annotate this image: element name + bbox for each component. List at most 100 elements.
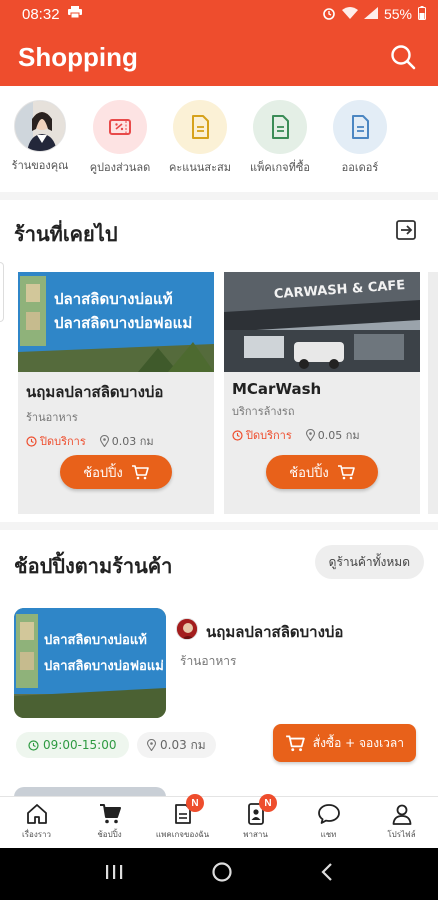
nav-item-shopping[interactable]: ช้อปปิ้ง bbox=[73, 797, 146, 848]
cart-icon bbox=[131, 465, 149, 480]
coupon-icon bbox=[109, 119, 131, 135]
clock-icon bbox=[28, 739, 39, 751]
wifi-icon bbox=[341, 6, 358, 22]
quick-menu-label: คะแนนสะสม bbox=[169, 161, 231, 174]
app-header: Shopping bbox=[0, 28, 438, 86]
quick-menu-points[interactable]: คะแนนสะสม bbox=[160, 100, 240, 190]
nav-item-my-packages[interactable]: N แพคเกจของฉัน bbox=[146, 794, 219, 848]
chat-icon bbox=[317, 804, 340, 824]
shop-meta: ปิดบริการ 0.03 กม bbox=[26, 432, 214, 450]
shop-name: นฤมลปลาสลิดบางบ่อ bbox=[26, 383, 164, 401]
printer-icon bbox=[67, 6, 82, 22]
shop-distance-text: 0.03 กม bbox=[111, 435, 154, 448]
shop-meta: ปิดบริการ 0.05 กม bbox=[232, 426, 420, 444]
location-pin-icon bbox=[99, 435, 109, 447]
recent-shop-card[interactable]: ปลาสลิดบางบ่อแท้ ปลาสลิดบางบ่อฟอแม่ นฤมล… bbox=[18, 272, 214, 514]
store-image[interactable]: ปลาสลิดบางบ่อแท้ ปลาสลิดบางบ่อฟอแม่ bbox=[14, 608, 166, 718]
shop-image: CARWASH & CAFE bbox=[224, 272, 420, 372]
banner-text: ปลาสลิดบางบ่อฟอแม่ bbox=[44, 659, 164, 674]
nav-item-chat[interactable]: แชท bbox=[292, 797, 365, 848]
shop-distance-text: 0.05 กม bbox=[317, 429, 360, 442]
quick-menu-label: คูปองส่วนลด bbox=[89, 161, 151, 174]
quick-menu-orders[interactable]: ออเดอร์ bbox=[320, 100, 400, 190]
shop-status: ปิดบริการ bbox=[26, 432, 86, 450]
search-button[interactable] bbox=[386, 40, 420, 74]
avatar bbox=[14, 100, 66, 152]
location-pin-icon bbox=[147, 739, 156, 751]
shop-by-store-title: ช้อปปิ้งตามร้านค้า bbox=[14, 554, 173, 578]
notification-badge: N bbox=[186, 794, 204, 812]
shop-category: ร้านอาหาร bbox=[26, 411, 78, 424]
view-all-stores-button[interactable]: ดูร้านค้าทั้งหมด bbox=[314, 545, 424, 579]
alarm-icon bbox=[322, 6, 336, 23]
nav-item-profile[interactable]: โปรไฟล์ bbox=[365, 797, 438, 848]
shop-now-label: ช้อปปิ้ง bbox=[289, 465, 329, 481]
home-icon bbox=[26, 804, 47, 824]
shop-status: ปิดบริการ bbox=[232, 426, 292, 444]
status-bar: 08:32 55% bbox=[0, 0, 438, 28]
back-chevron-icon bbox=[321, 863, 333, 881]
search-icon bbox=[391, 45, 416, 70]
store-hours: 09:00-15:00 bbox=[16, 732, 129, 758]
quick-menu-coupons[interactable]: คูปองส่วนลด bbox=[80, 100, 160, 190]
order-and-book-label: สั่งซื้อ + จองเวลา bbox=[312, 735, 404, 750]
status-time: 08:32 bbox=[22, 5, 60, 23]
quick-menu-label: ออเดอร์ bbox=[341, 161, 379, 174]
nav-label: เรื่องราว bbox=[21, 830, 52, 839]
home-circle-icon bbox=[212, 862, 232, 882]
battery-percent: 55% bbox=[383, 6, 412, 22]
banner-text: ปลาสลิดบางบ่อแท้ bbox=[44, 632, 147, 648]
system-nav-bar bbox=[0, 848, 438, 900]
nav-item-stories[interactable]: เรื่องราว bbox=[0, 797, 73, 848]
location-pin-icon bbox=[305, 429, 315, 441]
nav-label: แชท bbox=[320, 830, 337, 839]
cart-icon bbox=[99, 804, 121, 824]
recent-apps-button[interactable] bbox=[104, 863, 124, 885]
points-icon-wrap bbox=[173, 100, 227, 154]
coupon-icon-wrap bbox=[93, 100, 147, 154]
nav-item-contacts[interactable]: N พาสาน bbox=[219, 794, 292, 848]
store-distance: 0.03 กม bbox=[137, 732, 216, 758]
order-document-icon bbox=[352, 115, 369, 139]
battery-icon bbox=[418, 5, 426, 23]
clock-icon bbox=[232, 429, 243, 441]
clock-icon bbox=[26, 435, 37, 447]
section-divider bbox=[0, 522, 438, 530]
shop-now-button[interactable]: ช้อปปิ้ง bbox=[266, 455, 378, 489]
order-and-book-button[interactable]: สั่งซื้อ + จองเวลา bbox=[272, 724, 416, 762]
shop-now-button[interactable]: ช้อปปิ้ง bbox=[60, 455, 172, 489]
page-title: Shopping bbox=[18, 41, 138, 72]
banner-text: ปลาสลิดบางบ่อฟอแม่ bbox=[54, 314, 192, 332]
nav-label: โปรไฟล์ bbox=[387, 830, 416, 839]
store-logo bbox=[176, 618, 198, 640]
nav-label: แพคเกจของฉัน bbox=[155, 830, 210, 839]
back-button[interactable] bbox=[320, 862, 334, 886]
store-name[interactable]: นฤมลปลาสลิดบางบ่อ bbox=[206, 620, 343, 644]
next-card-peek bbox=[428, 272, 438, 514]
shop-category: บริการล้างรถ bbox=[232, 405, 295, 418]
store-hours-text: 09:00-15:00 bbox=[43, 738, 117, 752]
package-icon-wrap bbox=[253, 100, 307, 154]
profile-icon bbox=[392, 804, 411, 825]
recent-shop-card[interactable]: CARWASH & CAFE MCarWash บริการล้างรถ ปิด… bbox=[224, 272, 420, 514]
quick-menu-my-store[interactable]: ร้านของคุณ bbox=[0, 100, 80, 190]
quick-menu-packages[interactable]: แพ็คเกจที่ซื้อ bbox=[240, 100, 320, 190]
shop-status-text: ปิดบริการ bbox=[40, 435, 86, 448]
bottom-nav: เรื่องราว ช้อปปิ้ง N แพคเกจของฉัน N พาสา… bbox=[0, 794, 438, 848]
side-handle[interactable] bbox=[0, 262, 4, 322]
signal-icon bbox=[363, 6, 378, 22]
package-document-icon bbox=[272, 115, 289, 139]
shop-status-text: ปิดบริการ bbox=[246, 429, 292, 442]
banner-text: ปลาสลิดบางบ่อแท้ bbox=[54, 290, 173, 308]
store-category: ร้านอาหาร bbox=[180, 654, 237, 668]
home-button[interactable] bbox=[211, 861, 233, 887]
shop-distance: 0.03 กม bbox=[99, 432, 154, 450]
points-document-icon bbox=[192, 115, 209, 139]
notification-badge: N bbox=[259, 794, 277, 812]
quick-menu: ร้านของคุณ คูปองส่วนลด คะแนนสะสม แพ็คเกจ… bbox=[0, 100, 438, 190]
export-arrow-icon bbox=[396, 220, 416, 240]
quick-menu-label: แพ็คเกจที่ซื้อ bbox=[250, 161, 310, 174]
store-distance-text: 0.03 กม bbox=[160, 737, 206, 752]
section-divider bbox=[0, 192, 438, 200]
view-all-recent-button[interactable] bbox=[394, 218, 418, 242]
